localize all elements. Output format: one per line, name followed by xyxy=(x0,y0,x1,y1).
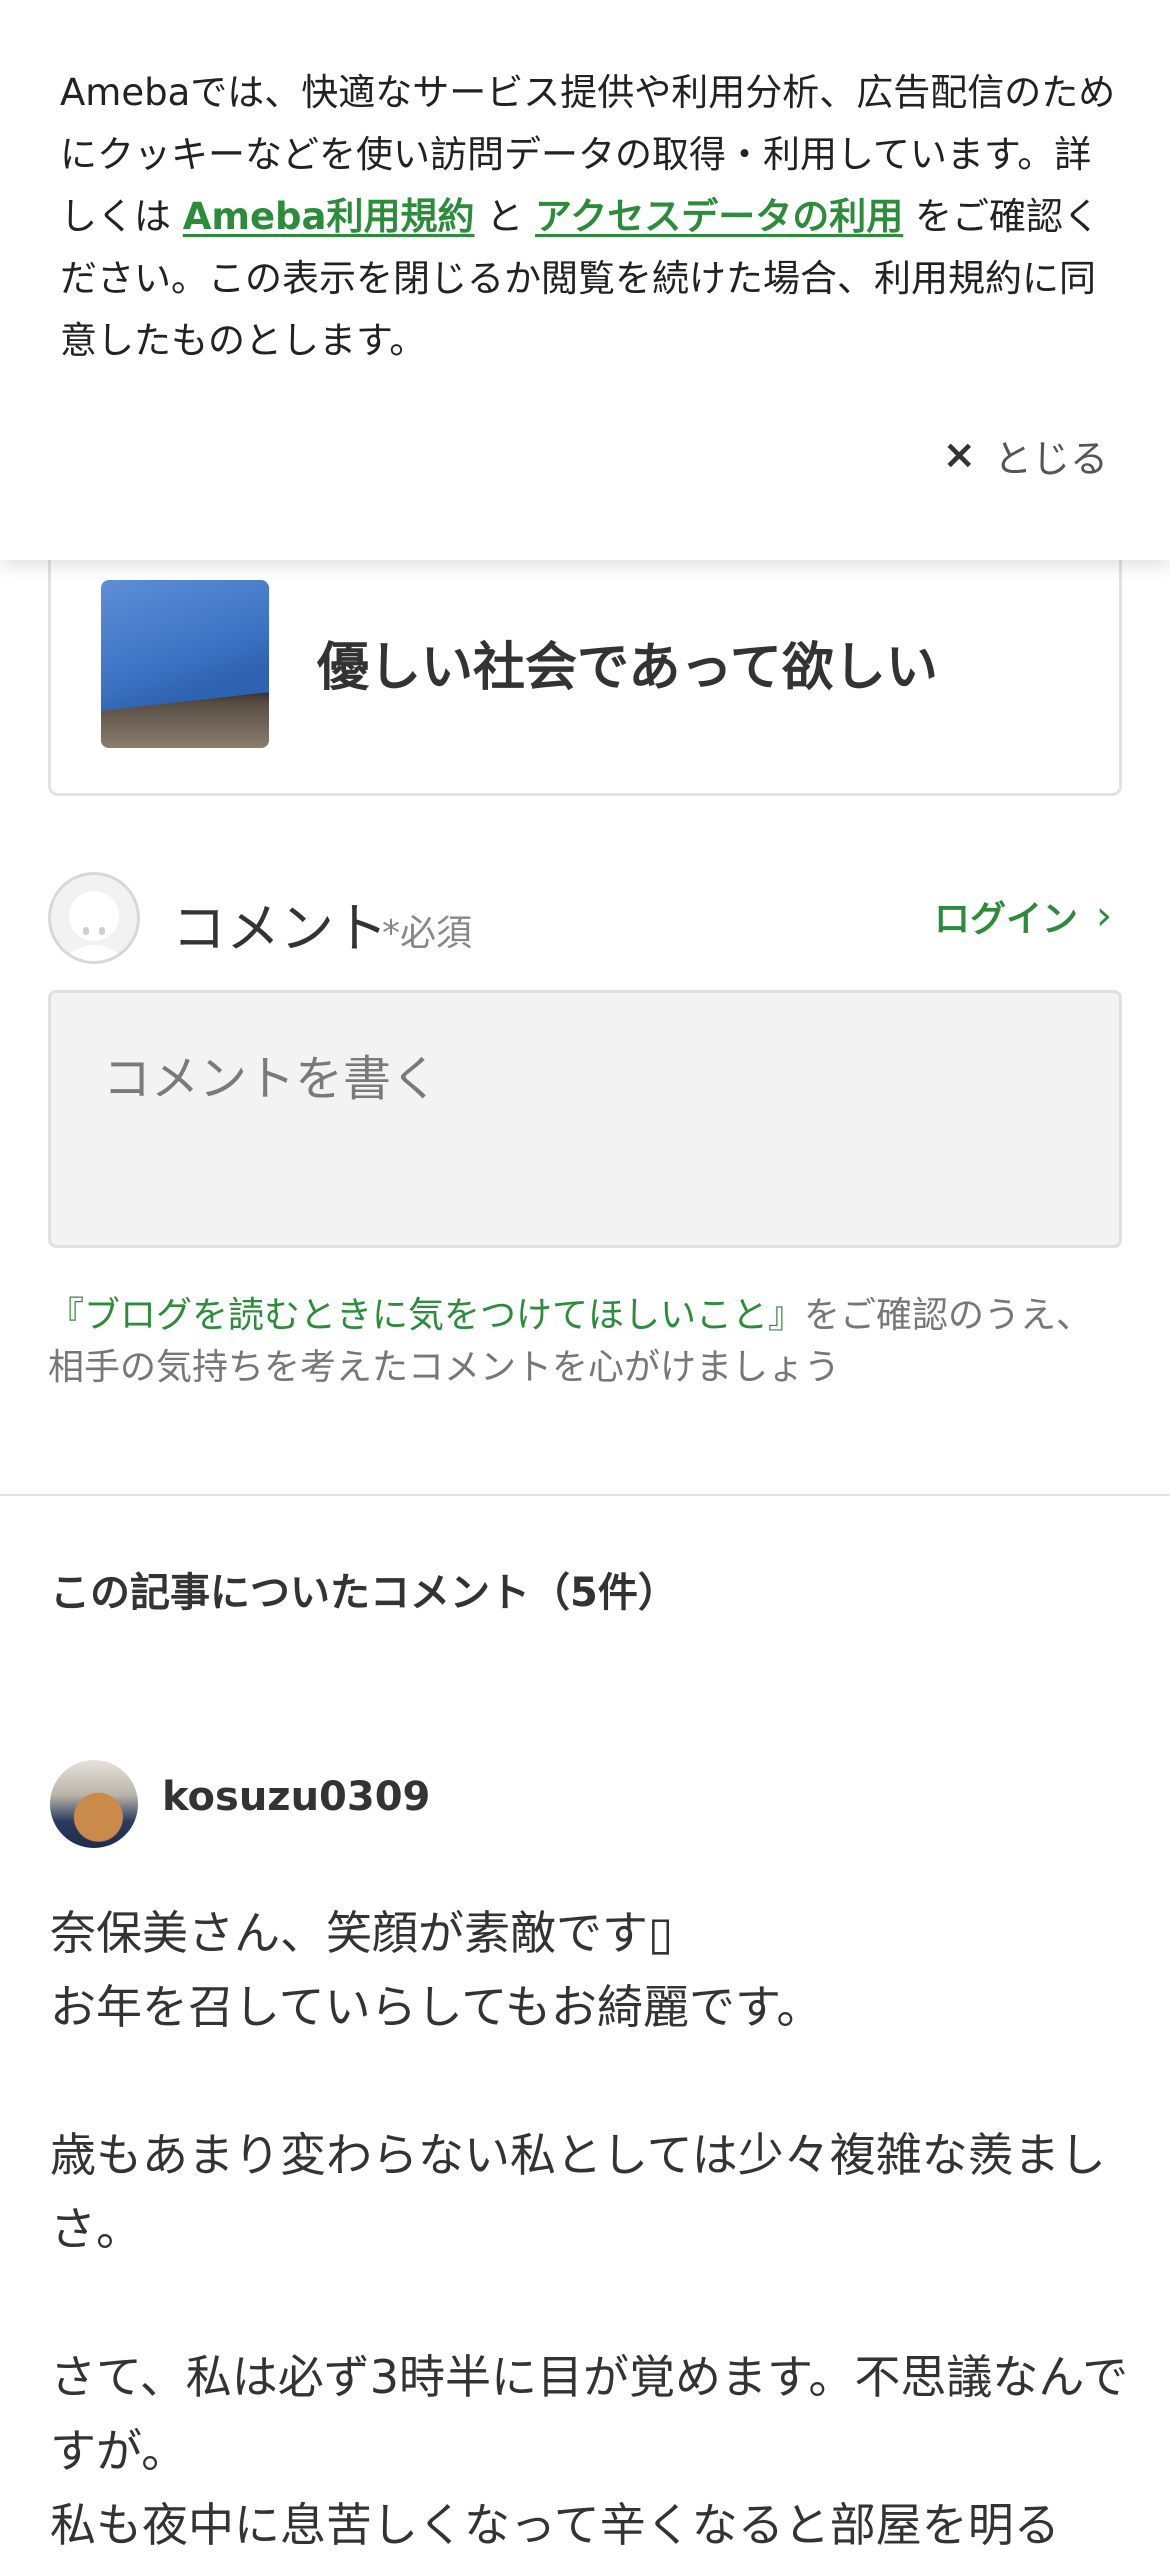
cookie-notice-text: Amebaでは、快適なサービス提供や利用分析、広告配信のためにクッキーなどを使い… xyxy=(60,62,1120,372)
comment-guideline: 『ブログを読むときに気をつけてほしいこと』をご確認のうえ、相手の気持ちを考えたコ… xyxy=(48,1290,1128,1394)
guideline-link[interactable]: 『ブログを読むときに気をつけてほしいこと』 xyxy=(48,1295,804,1336)
article-title: 優しい社会であって欲しい xyxy=(317,638,938,698)
cookie-close-button[interactable]: × とじる xyxy=(942,420,1108,490)
close-icon: × xyxy=(942,432,976,478)
user-avatar[interactable] xyxy=(50,1760,138,1848)
cat-ear-shape xyxy=(102,1796,118,1810)
comments-heading: この記事についたコメント（5件） xyxy=(50,1570,678,1616)
comment-label: コメント xyxy=(172,897,388,960)
access-data-link[interactable]: アクセスデータの利用 xyxy=(535,195,903,238)
thumbnail-roof-shape xyxy=(101,692,269,748)
avatar-body-shape xyxy=(57,945,131,961)
article-thumbnail xyxy=(101,580,269,748)
cookie-consent-banner: Amebaでは、快適なサービス提供や利用分析、広告配信のためにクッキーなどを使い… xyxy=(0,0,1170,560)
comment-input[interactable] xyxy=(48,990,1122,1248)
close-label: とじる xyxy=(993,436,1108,481)
avatar-eye-shape xyxy=(83,927,89,935)
login-link[interactable]: ログイン › xyxy=(934,890,1112,942)
comment-username[interactable]: kosuzu0309 xyxy=(162,1774,430,1820)
section-divider xyxy=(0,1494,1170,1496)
cat-ear-shape xyxy=(80,1796,96,1810)
avatar-face-shape xyxy=(69,891,119,941)
default-avatar-icon xyxy=(48,872,140,964)
chevron-right-icon: › xyxy=(1096,893,1112,939)
comment-body: 奈保美さん、笑顔が素敵です▯ お年を召していらしてもお綺麗です。 歳もあまり変わ… xyxy=(50,1906,1129,2552)
avatar-eye-shape xyxy=(99,927,105,935)
comment-form-header: コメント *必須 ログイン › xyxy=(48,868,1122,968)
terms-link[interactable]: Ameba利用規約 xyxy=(183,195,475,238)
cookie-text-part: と xyxy=(474,195,536,238)
login-label: ログイン xyxy=(933,899,1078,940)
required-badge: *必須 xyxy=(382,913,473,954)
